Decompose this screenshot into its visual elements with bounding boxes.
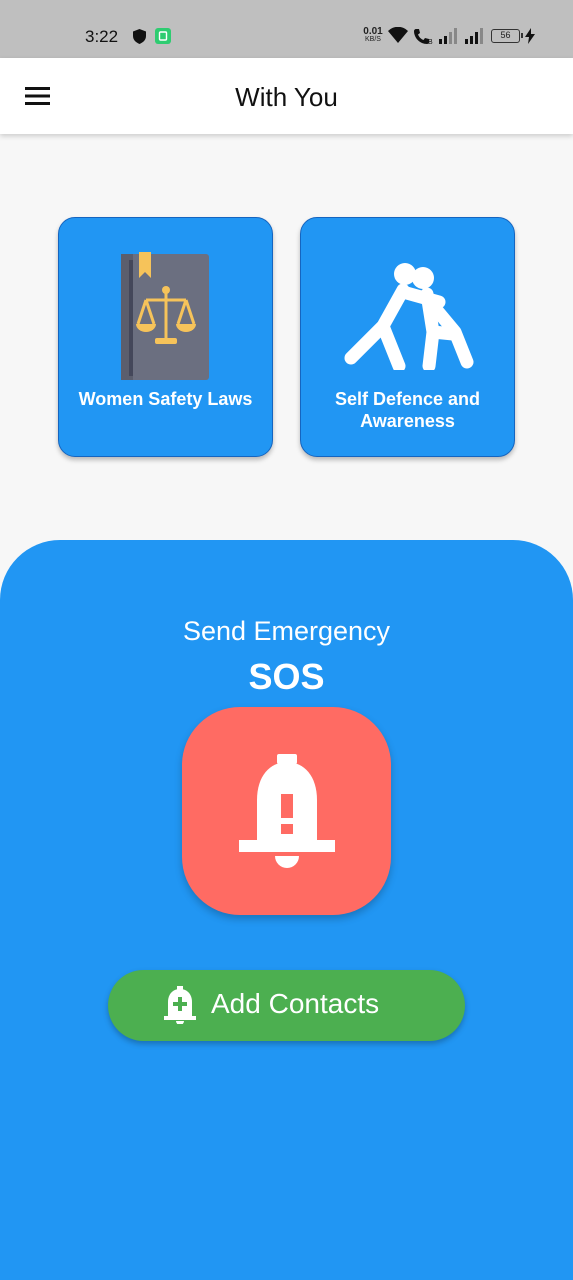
card-label: Self Defence and Awareness: [334, 389, 481, 431]
app-notification-icon: [155, 28, 171, 44]
status-bar: 3:22 0.01 KB/S B 56: [0, 0, 573, 58]
app-bar: With You: [0, 58, 573, 134]
net-speed-value: 0.01: [363, 26, 383, 37]
signal-icon: [439, 28, 457, 44]
self-defence-icon: [344, 263, 474, 370]
net-speed: 0.01 KB/S: [361, 26, 385, 44]
add-alert-icon: [164, 986, 196, 1024]
women-safety-laws-card[interactable]: Women Safety Laws: [58, 217, 273, 457]
status-time: 3:22: [85, 27, 119, 46]
alarm-bell-icon: [238, 754, 335, 868]
add-contacts-button[interactable]: Add Contacts: [108, 970, 465, 1041]
net-speed-unit: KB/S: [365, 36, 381, 43]
battery-icon: 56: [491, 29, 523, 43]
self-defence-card[interactable]: Self Defence and Awareness: [300, 217, 515, 457]
sos-label: SOS: [248, 656, 325, 697]
charging-icon: [525, 28, 535, 44]
svg-text:B: B: [428, 39, 433, 45]
card-label: Women Safety Laws: [78, 389, 253, 409]
law-book-scales-icon: [121, 252, 209, 380]
signal-icon: [465, 28, 483, 44]
wifi-calling-icon: B: [414, 29, 433, 45]
add-contacts-label: Add Contacts: [211, 988, 380, 1019]
sos-button[interactable]: [182, 707, 391, 915]
app-title: With You: [235, 82, 338, 112]
shield-icon: [133, 29, 146, 44]
wifi-icon: [388, 27, 408, 43]
send-emergency-label: Send Emergency: [182, 616, 391, 646]
